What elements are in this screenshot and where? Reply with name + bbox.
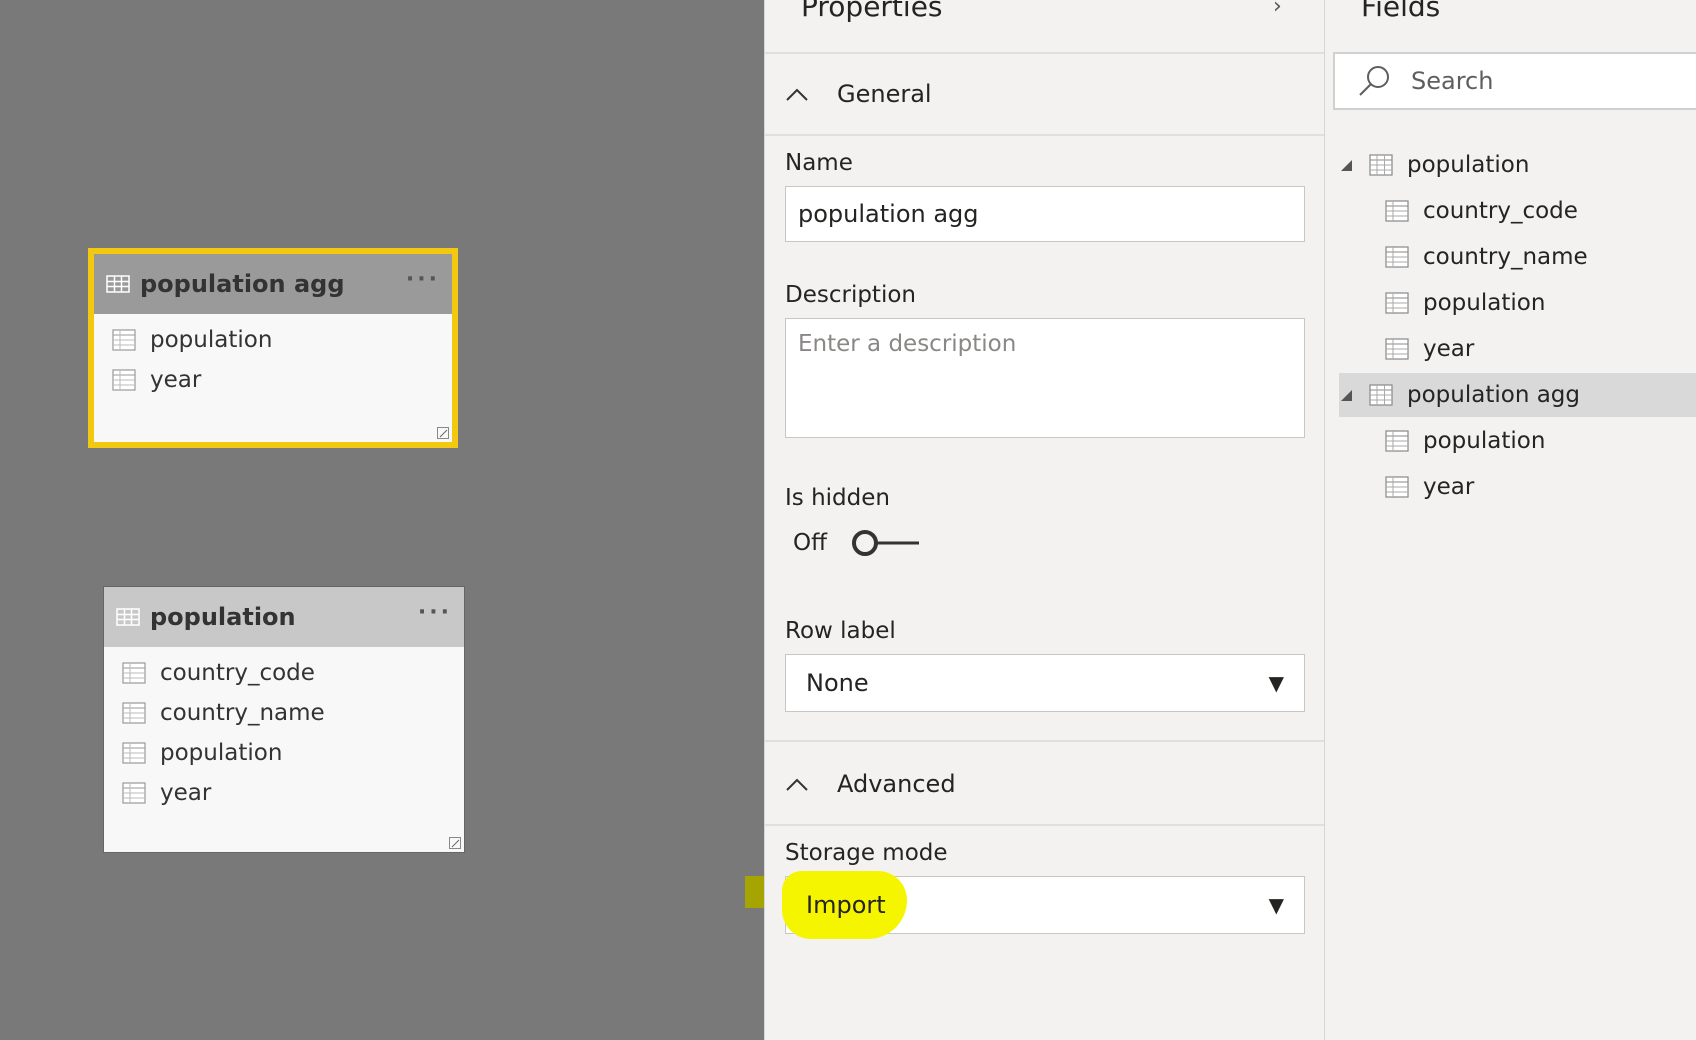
expand-triangle-icon[interactable] <box>1339 388 1353 402</box>
table-card-title: population <box>150 603 296 631</box>
description-label: Description <box>785 282 916 308</box>
tree-item-label: population <box>1407 152 1530 178</box>
fields-tree-column[interactable]: year <box>1385 327 1474 371</box>
column-label: population <box>150 327 273 353</box>
fields-tree-table[interactable]: population <box>1339 143 1696 187</box>
fields-tree-column[interactable]: population <box>1385 419 1545 463</box>
model-canvas[interactable]: population agg ··· population year popul… <box>0 0 764 1040</box>
properties-pane: Properties › General Name Description Is… <box>764 0 1325 1040</box>
tree-item-label: year <box>1423 474 1475 500</box>
tree-item-label: population <box>1423 428 1546 454</box>
table-icon <box>116 608 140 626</box>
column-icon <box>122 702 146 724</box>
chevron-up-icon <box>786 88 808 101</box>
resize-handle-icon[interactable] <box>437 427 449 439</box>
chevron-down-icon: ▼ <box>1268 893 1284 917</box>
table-column-item[interactable]: population <box>104 733 464 773</box>
fields-pane: Fields population country_code country_ <box>1324 0 1696 1040</box>
storage-mode-dropdown[interactable]: Import ▼ <box>782 871 1305 939</box>
column-icon <box>1385 430 1409 452</box>
fields-tree-column[interactable]: country_code <box>1385 189 1578 233</box>
table-card-header[interactable]: population agg ··· <box>94 254 452 314</box>
description-input[interactable] <box>785 318 1305 438</box>
search-input[interactable] <box>1409 66 1673 96</box>
column-icon <box>1385 292 1409 314</box>
column-label: country_name <box>160 700 325 726</box>
column-label: year <box>160 780 212 806</box>
fields-tree-column[interactable]: year <box>1385 465 1474 509</box>
table-card-title: population agg <box>140 270 345 298</box>
column-icon <box>122 662 146 684</box>
divider <box>765 824 1325 826</box>
is-hidden-toggle-row: Off <box>793 528 921 558</box>
name-label: Name <box>785 150 853 176</box>
table-column-item[interactable]: country_name <box>104 693 464 733</box>
row-label-value: None <box>806 669 869 697</box>
column-icon <box>1385 338 1409 360</box>
row-label-label: Row label <box>785 618 896 644</box>
is-hidden-label: Is hidden <box>785 485 890 511</box>
fields-title: Fields <box>1361 0 1441 23</box>
tree-item-label: country_name <box>1423 244 1588 270</box>
table-icon <box>106 275 130 293</box>
table-column-item[interactable]: country_code <box>104 653 464 693</box>
properties-title: Properties <box>801 0 943 23</box>
more-options-icon[interactable]: ··· <box>418 600 452 635</box>
fields-search[interactable] <box>1333 52 1696 110</box>
table-column-item[interactable]: year <box>94 360 452 400</box>
table-icon <box>1369 154 1393 176</box>
more-options-icon[interactable]: ··· <box>406 267 440 302</box>
column-icon <box>112 369 136 391</box>
tree-item-label: population agg <box>1407 382 1580 408</box>
column-icon <box>1385 200 1409 222</box>
general-section-toggle[interactable]: General <box>785 80 932 108</box>
divider <box>765 52 1325 54</box>
is-hidden-toggle[interactable] <box>851 528 921 558</box>
column-label: country_code <box>160 660 315 686</box>
column-icon <box>1385 246 1409 268</box>
expand-triangle-icon[interactable] <box>1339 158 1353 172</box>
divider <box>765 740 1325 742</box>
tree-item-label: population <box>1423 290 1546 316</box>
column-icon <box>122 782 146 804</box>
name-input[interactable] <box>785 186 1305 242</box>
column-icon <box>122 742 146 764</box>
storage-mode-label: Storage mode <box>785 840 948 866</box>
table-column-item[interactable]: year <box>104 773 464 813</box>
table-card-population[interactable]: population ··· country_code country_name <box>103 586 465 853</box>
fields-tree-column[interactable]: population <box>1385 281 1545 325</box>
storage-mode-value: Import <box>806 891 886 919</box>
table-column-item[interactable]: population <box>94 320 452 360</box>
column-label: population <box>160 740 283 766</box>
advanced-section-toggle[interactable]: Advanced <box>785 770 956 798</box>
table-card-population-agg[interactable]: population agg ··· population year <box>88 248 458 448</box>
column-label: year <box>150 367 202 393</box>
row-label-dropdown[interactable]: None ▼ <box>785 654 1305 712</box>
divider <box>765 134 1325 136</box>
column-icon <box>1385 476 1409 498</box>
general-section-label: General <box>837 80 932 108</box>
chevron-up-icon <box>786 778 808 791</box>
table-icon <box>1369 384 1393 406</box>
collapse-pane-icon[interactable]: › <box>1273 0 1282 19</box>
advanced-section-label: Advanced <box>837 770 956 798</box>
search-icon <box>1359 66 1389 96</box>
tree-item-label: country_code <box>1423 198 1578 224</box>
column-icon <box>112 329 136 351</box>
is-hidden-state: Off <box>793 530 827 556</box>
tree-item-label: year <box>1423 336 1475 362</box>
fields-tree-table-selected[interactable]: population agg <box>1339 373 1696 417</box>
fields-tree-column[interactable]: country_name <box>1385 235 1588 279</box>
table-card-header[interactable]: population ··· <box>104 587 464 647</box>
resize-handle-icon[interactable] <box>449 837 461 849</box>
chevron-down-icon: ▼ <box>1268 671 1284 695</box>
